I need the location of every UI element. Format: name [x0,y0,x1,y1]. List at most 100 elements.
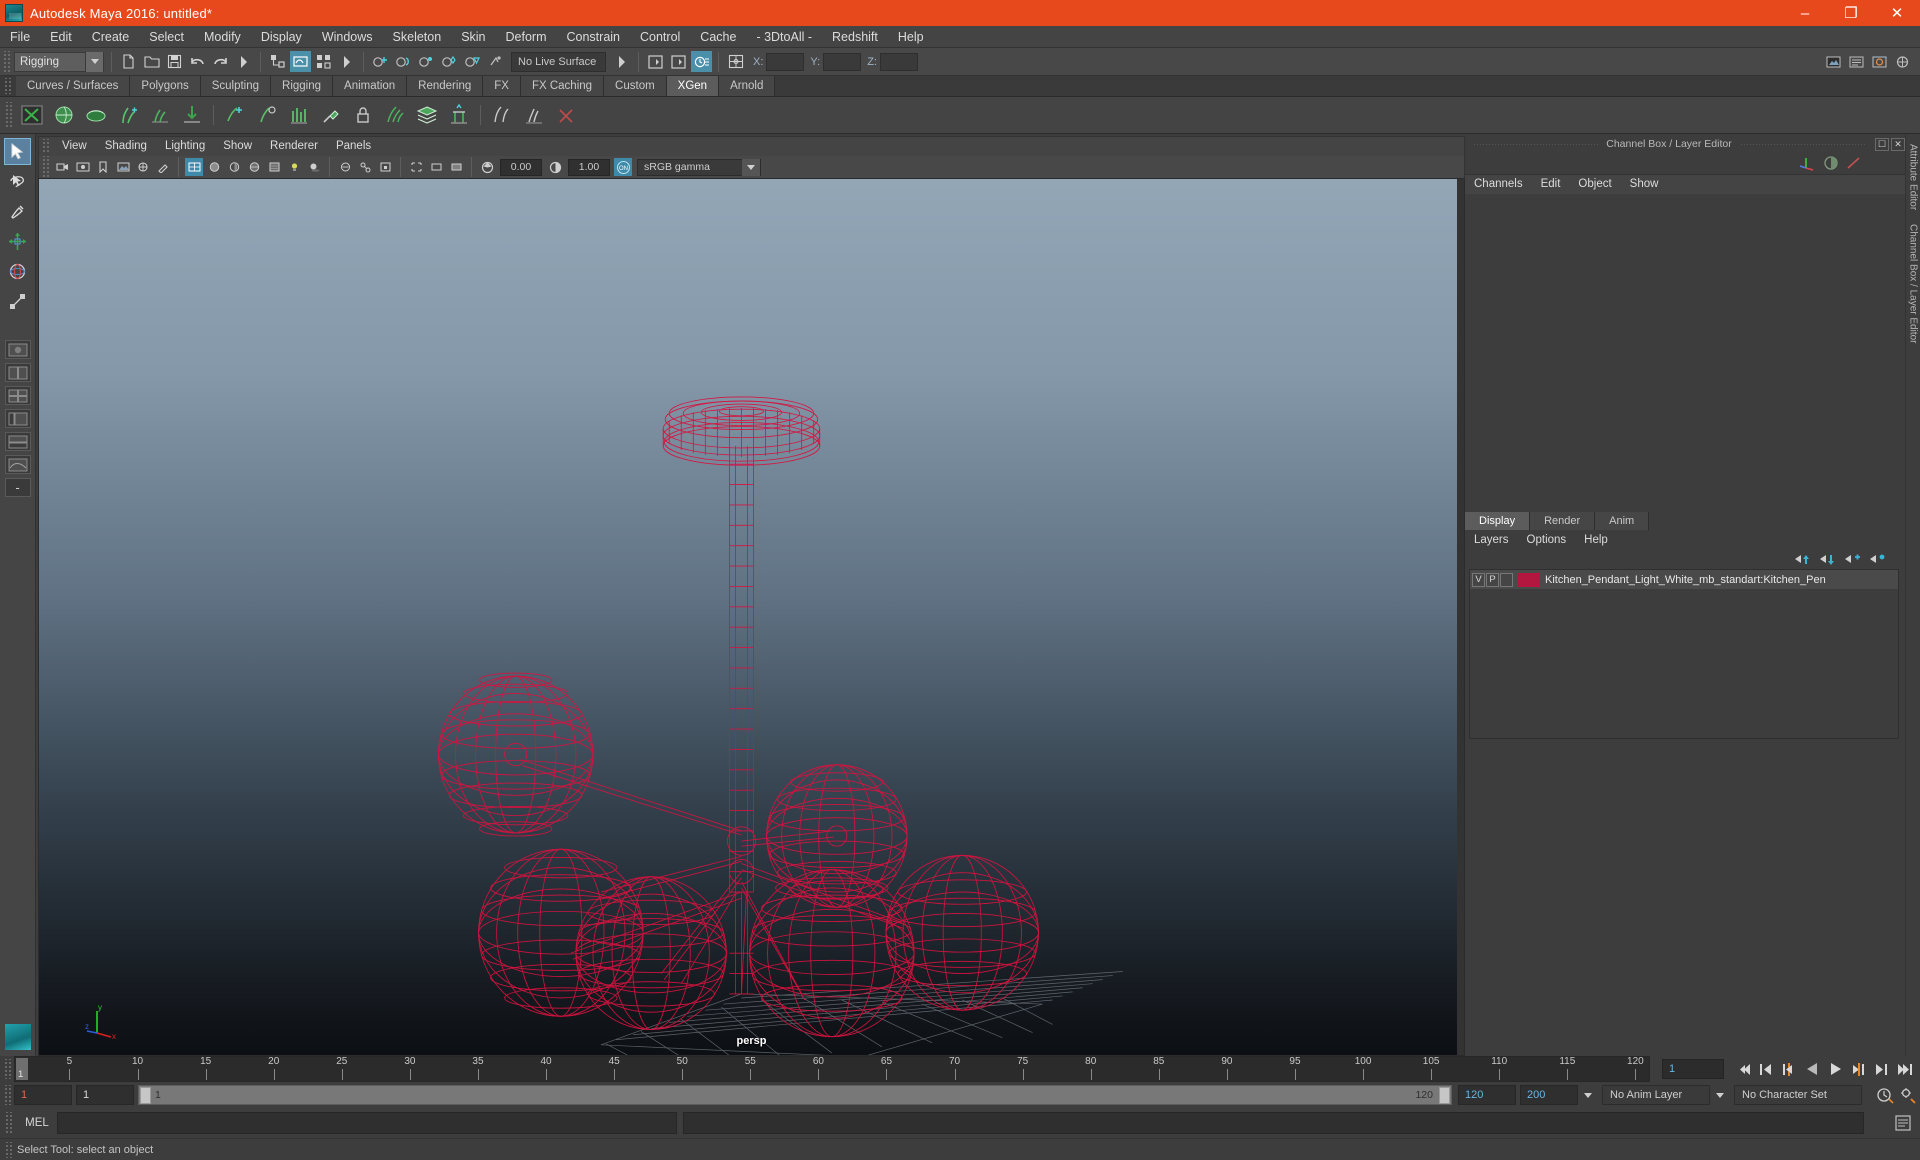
menu-edit[interactable]: Edit [40,26,82,48]
range-handle-left[interactable] [140,1086,151,1104]
xgen-preview-icon[interactable] [81,100,111,130]
menu-skeleton[interactable]: Skeleton [383,26,452,48]
undo-button[interactable] [187,51,208,72]
redo-button[interactable] [210,51,231,72]
show-attribute-editor-button[interactable] [691,51,712,72]
command-line-grip[interactable] [4,1112,13,1134]
color-management-toggle[interactable]: ON [614,158,632,176]
xgen-modifier-cut-icon[interactable] [551,100,581,130]
camera-attributes-icon[interactable] [74,158,92,176]
current-frame-field[interactable]: 1 [1662,1059,1724,1079]
layout-hypershade-button[interactable] [4,432,31,451]
wireframe-on-shaded-icon[interactable] [245,158,263,176]
channel-box-content[interactable] [1465,194,1905,511]
menu-deform[interactable]: Deform [496,26,557,48]
move-layer-up-icon[interactable] [1792,551,1812,567]
menu-windows[interactable]: Windows [312,26,383,48]
minimize-button[interactable]: – [1782,0,1828,26]
selection-mode-arrow3-icon[interactable] [611,51,632,72]
step-back-keyframe-button[interactable] [1755,1059,1778,1079]
exposure-icon[interactable] [478,158,496,176]
3d-viewport[interactable]: y x z persp [38,178,1465,1056]
shelf-row-grip[interactable] [4,102,13,128]
xray-joints-icon[interactable] [356,158,374,176]
xgen-modifier-clump-icon[interactable] [519,100,549,130]
layer-tab-render[interactable]: Render [1530,512,1596,530]
exposure-value[interactable]: 0.00 [500,158,542,176]
layer-menu-options[interactable]: Options [1518,531,1576,549]
help-line-grip[interactable] [4,1141,13,1158]
range-handle-right[interactable] [1439,1086,1450,1104]
render-globals-icon[interactable] [1892,51,1913,72]
bookmark-icon[interactable] [94,158,112,176]
menu-set-selector[interactable]: Rigging [14,51,104,72]
go-to-end-button[interactable] [1893,1059,1916,1079]
menu-constrain[interactable]: Constrain [557,26,631,48]
command-input-field[interactable] [57,1112,677,1134]
xgen-density-icon[interactable] [284,100,314,130]
create-empty-layer-icon[interactable] [1842,551,1862,567]
gamma-icon[interactable] [546,158,564,176]
snap-to-view-plane-button[interactable] [462,51,483,72]
layout-persp-graph-button[interactable] [4,455,31,474]
xray-active-components-icon[interactable] [376,158,394,176]
time-slider-grip[interactable] [3,1059,12,1079]
command-output-field[interactable] [683,1112,1864,1134]
channel-menu-channels[interactable]: Channels [1465,175,1532,194]
new-scene-button[interactable] [118,51,139,72]
viewport-menu-renderer[interactable]: Renderer [261,137,327,156]
range-slider-grip[interactable] [3,1085,12,1105]
hide-selected-icon[interactable] [427,158,445,176]
layer-color-swatch[interactable] [1517,572,1539,587]
shadows-icon[interactable] [305,158,323,176]
layout-four-panes-button[interactable] [4,386,31,405]
gamma-value[interactable]: 1.00 [568,158,610,176]
viewport-menu-grip[interactable] [41,139,50,154]
layer-list[interactable]: V P Kitchen_Pendant_Light_White_mb_stand… [1469,569,1899,739]
make-live-button[interactable] [485,51,506,72]
viewport-menu-view[interactable]: View [53,137,96,156]
playback-end-field[interactable]: 200 [1520,1085,1578,1105]
render-view-icon[interactable] [1823,51,1844,72]
step-forward-keyframe-button[interactable] [1870,1059,1893,1079]
play-forwards-button[interactable] [1824,1059,1847,1079]
coord-z-field[interactable] [879,52,918,71]
shelf-grip[interactable] [3,78,12,94]
layer-row[interactable]: V P Kitchen_Pendant_Light_White_mb_stand… [1470,570,1898,589]
menu-skin[interactable]: Skin [451,26,495,48]
two-d-pan-zoom-icon[interactable] [134,158,152,176]
menu-cache[interactable]: Cache [690,26,746,48]
channel-menu-edit[interactable]: Edit [1532,175,1570,194]
select-component-button[interactable] [313,51,334,72]
xgen-grooming-icon[interactable] [145,100,175,130]
save-scene-button[interactable] [164,51,185,72]
menu-redshift[interactable]: Redshift [822,26,888,48]
shelf-tab-fx[interactable]: FX [483,76,521,96]
lasso-tool[interactable] [4,168,31,195]
menu-modify[interactable]: Modify [194,26,251,48]
xgen-guides-icon[interactable] [113,100,143,130]
close-panel-button[interactable]: ✕ [1891,137,1905,151]
paint-selection-tool[interactable] [4,198,31,225]
play-backwards-button[interactable] [1801,1059,1824,1079]
layer-tab-anim[interactable]: Anim [1595,512,1650,530]
range-end-field[interactable]: 120 [1458,1085,1516,1105]
layout-custom-button[interactable]: - [4,478,31,497]
layer-visibility-toggle[interactable]: V [1472,572,1485,587]
xgen-comb-icon[interactable] [380,100,410,130]
shelf-tab-animation[interactable]: Animation [333,76,408,96]
menu-select[interactable]: Select [139,26,194,48]
xgen-sculpt-icon[interactable] [316,100,346,130]
shelf-tab-custom[interactable]: Custom [604,76,667,96]
select-hierarchy-button[interactable] [267,51,288,72]
step-back-frame-button[interactable] [1778,1059,1801,1079]
xgen-window-icon[interactable] [17,100,47,130]
viewport-scrollbar[interactable] [1457,179,1464,1055]
isolate-select-icon[interactable] [407,158,425,176]
xgen-export-icon[interactable] [177,100,207,130]
shelf-tab-fx-caching[interactable]: FX Caching [520,76,605,96]
image-plane-icon[interactable] [114,158,132,176]
viewport-menu-panels[interactable]: Panels [327,137,380,156]
shelf-tab-sculpting[interactable]: Sculpting [200,76,272,96]
show-outliner-button[interactable] [645,51,666,72]
